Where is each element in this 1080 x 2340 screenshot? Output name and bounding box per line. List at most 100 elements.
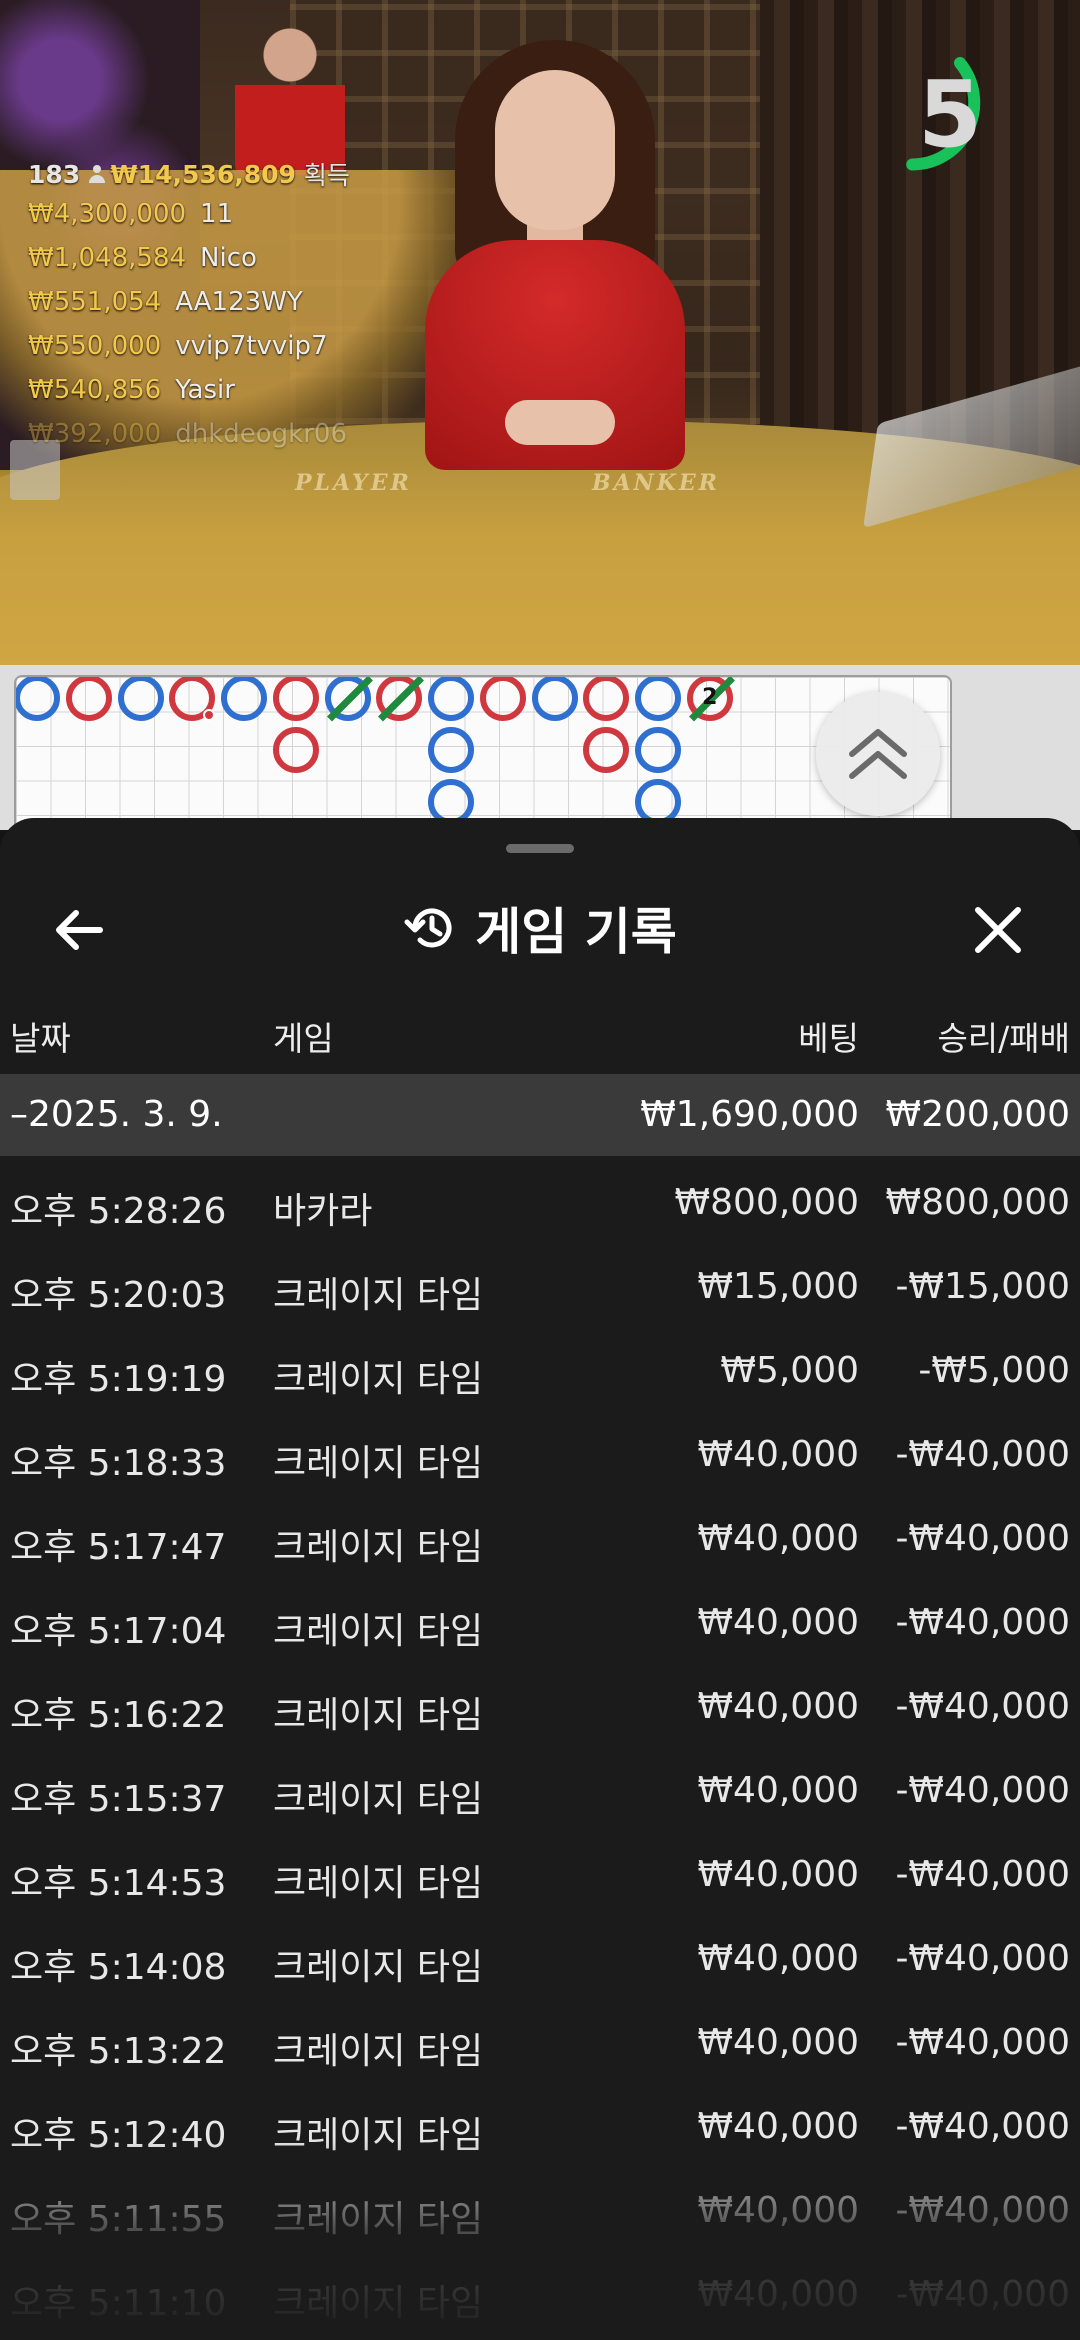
row-time: 오후 5:11:55 bbox=[10, 2199, 227, 2240]
winner-amount: ₩551,054 bbox=[28, 287, 162, 317]
row-bet: ₩5,000 bbox=[720, 1350, 859, 1391]
row-game: 크레이지 타임 bbox=[273, 2031, 484, 2072]
background-dealer bbox=[235, 15, 345, 175]
winner-row: ₩550,000 vvip7tvvip7 bbox=[28, 324, 350, 368]
history-row[interactable]: 오후 5:11:55 크레이지 타임 ₩40,000 -₩40,000 bbox=[0, 2172, 1080, 2256]
row-game: 크레이지 타임 bbox=[273, 1611, 484, 1652]
tie-slash bbox=[326, 677, 373, 722]
row-bet: ₩40,000 bbox=[697, 1686, 859, 1727]
bead-road-grid[interactable]: 2 bbox=[14, 675, 952, 835]
row-game: 크레이지 타임 bbox=[273, 1527, 484, 1568]
winner-row: ₩551,054 AA123WY bbox=[28, 280, 350, 324]
player-marker bbox=[635, 677, 681, 721]
winners-suffix: 획득 bbox=[303, 161, 350, 190]
row-time: 오후 5:12:40 bbox=[10, 2115, 227, 2156]
row-game: 크레이지 타임 bbox=[273, 2199, 484, 2240]
row-time: 오후 5:11:10 bbox=[10, 2283, 227, 2324]
player-marker bbox=[117, 677, 164, 721]
row-bet: ₩40,000 bbox=[697, 2106, 859, 2147]
row-time: 오후 5:18:33 bbox=[10, 1443, 227, 1484]
table-header: 날짜 게임 베팅 승리/패배 bbox=[0, 996, 1080, 1066]
history-rows: 오후 5:28:26 바카라 ₩800,000 ₩800,000 오후 5:20:03 크… bbox=[0, 1164, 1080, 2340]
date-group-row[interactable]: –2025. 3. 9. ₩1,690,000 ₩200,000 bbox=[0, 1074, 1080, 1156]
banker-marker bbox=[583, 727, 630, 773]
column-bet: 베팅 bbox=[798, 1019, 859, 1058]
winner-name: Nico bbox=[200, 243, 257, 273]
player-marker bbox=[16, 677, 60, 721]
row-result: -₩40,000 bbox=[895, 1518, 1070, 1559]
winner-amount: ₩392,000 bbox=[28, 419, 162, 449]
row-bet: ₩40,000 bbox=[697, 2022, 859, 2063]
row-time: 오후 5:28:26 bbox=[10, 1191, 227, 1232]
column-result: 승리/패배 bbox=[937, 1019, 1070, 1058]
winner-name: 11 bbox=[200, 199, 234, 229]
group-bet-total: ₩1,690,000 bbox=[640, 1094, 859, 1135]
row-bet: ₩40,000 bbox=[697, 1770, 859, 1811]
expand-roadmap-button[interactable] bbox=[816, 692, 940, 816]
tie-slash bbox=[378, 677, 425, 722]
winner-amount: ₩1,048,584 bbox=[28, 243, 187, 273]
person-icon bbox=[88, 165, 106, 183]
row-time: 오후 5:17:04 bbox=[10, 1611, 227, 1652]
row-result: -₩40,000 bbox=[895, 1770, 1070, 1811]
winner-name: dhkdeogkr06 bbox=[175, 419, 348, 449]
sheet-header: 게임 기록 bbox=[0, 878, 1080, 978]
winner-amount: ₩550,000 bbox=[28, 331, 162, 361]
banker-marker bbox=[272, 727, 319, 773]
history-row[interactable]: 오후 5:17:47 크레이지 타임 ₩40,000 -₩40,000 bbox=[0, 1500, 1080, 1584]
row-bet: ₩40,000 bbox=[697, 2190, 859, 2231]
row-result: -₩40,000 bbox=[895, 2022, 1070, 2063]
row-game: 크레이지 타임 bbox=[273, 1443, 484, 1484]
row-time: 오후 5:14:53 bbox=[10, 1863, 227, 1904]
history-row[interactable]: 오후 5:16:22 크레이지 타임 ₩40,000 -₩40,000 bbox=[0, 1668, 1080, 1752]
banker-marker bbox=[272, 677, 319, 721]
sheet-title-group: 게임 기록 bbox=[0, 878, 1080, 978]
history-row[interactable]: 오후 5:20:03 크레이지 타임 ₩15,000 -₩15,000 bbox=[0, 1248, 1080, 1332]
row-result: -₩40,000 bbox=[895, 2274, 1070, 2315]
history-row[interactable]: 오후 5:14:53 크레이지 타임 ₩40,000 -₩40,000 bbox=[0, 1836, 1080, 1920]
sheet-drag-handle[interactable] bbox=[506, 844, 574, 853]
table-label-banker: BANKER bbox=[592, 470, 720, 496]
row-game: 크레이지 타임 bbox=[273, 1695, 484, 1736]
row-time: 오후 5:14:08 bbox=[10, 1947, 227, 1988]
player-marker bbox=[531, 677, 578, 721]
row-game: 크레이지 타임 bbox=[273, 2283, 484, 2324]
player-marker bbox=[635, 727, 681, 773]
row-time: 오후 5:13:22 bbox=[10, 2031, 227, 2072]
player-marker bbox=[324, 677, 373, 722]
history-clock-icon bbox=[404, 908, 452, 948]
chevron-double-up-icon bbox=[849, 729, 907, 779]
sheet-title: 게임 기록 bbox=[475, 903, 677, 961]
history-row[interactable]: 오후 5:15:37 크레이지 타임 ₩40,000 -₩40,000 bbox=[0, 1752, 1080, 1836]
history-row[interactable]: 오후 5:12:40 크레이지 타임 ₩40,000 -₩40,000 bbox=[0, 2088, 1080, 2172]
history-row[interactable]: 오후 5:18:33 크레이지 타임 ₩40,000 -₩40,000 bbox=[0, 1416, 1080, 1500]
winner-name: AA123WY bbox=[175, 287, 303, 317]
banker-marker bbox=[65, 677, 112, 721]
row-bet: ₩40,000 bbox=[697, 1434, 859, 1475]
history-row[interactable]: 오후 5:14:08 크레이지 타임 ₩40,000 -₩40,000 bbox=[0, 1920, 1080, 2004]
history-row[interactable]: 오후 5:19:19 크레이지 타임 ₩5,000 -₩5,000 bbox=[0, 1332, 1080, 1416]
player-marker bbox=[221, 677, 267, 721]
row-bet: ₩15,000 bbox=[697, 1266, 859, 1307]
row-time: 오후 5:17:47 bbox=[10, 1527, 227, 1568]
row-game: 크레이지 타임 bbox=[273, 1779, 484, 1820]
tie-count: 2 bbox=[702, 685, 718, 710]
history-row[interactable]: 오후 5:17:04 크레이지 타임 ₩40,000 -₩40,000 bbox=[0, 1584, 1080, 1668]
winner-row: ₩4,300,000 11 bbox=[28, 192, 350, 236]
history-row[interactable]: 오후 5:13:22 크레이지 타임 ₩40,000 -₩40,000 bbox=[0, 2004, 1080, 2088]
winners-total: ₩14,536,809 bbox=[110, 159, 296, 189]
row-result: -₩40,000 bbox=[895, 1434, 1070, 1475]
history-row[interactable]: 오후 5:11:10 크레이지 타임 ₩40,000 -₩40,000 bbox=[0, 2256, 1080, 2340]
banker-marker bbox=[583, 677, 630, 721]
group-result-total: ₩200,000 bbox=[885, 1094, 1070, 1135]
row-time: 오후 5:20:03 bbox=[10, 1275, 227, 1316]
row-bet: ₩40,000 bbox=[697, 2274, 859, 2315]
history-row[interactable]: 오후 5:28:26 바카라 ₩800,000 ₩800,000 bbox=[0, 1164, 1080, 1248]
close-button[interactable] bbox=[968, 900, 1028, 960]
row-time: 오후 5:16:22 bbox=[10, 1695, 227, 1736]
row-game: 바카라 bbox=[273, 1191, 373, 1232]
row-result: -₩40,000 bbox=[895, 1602, 1070, 1643]
column-game: 게임 bbox=[273, 1019, 334, 1058]
winners-count: 183 bbox=[28, 159, 81, 189]
row-result: -₩15,000 bbox=[895, 1266, 1070, 1307]
